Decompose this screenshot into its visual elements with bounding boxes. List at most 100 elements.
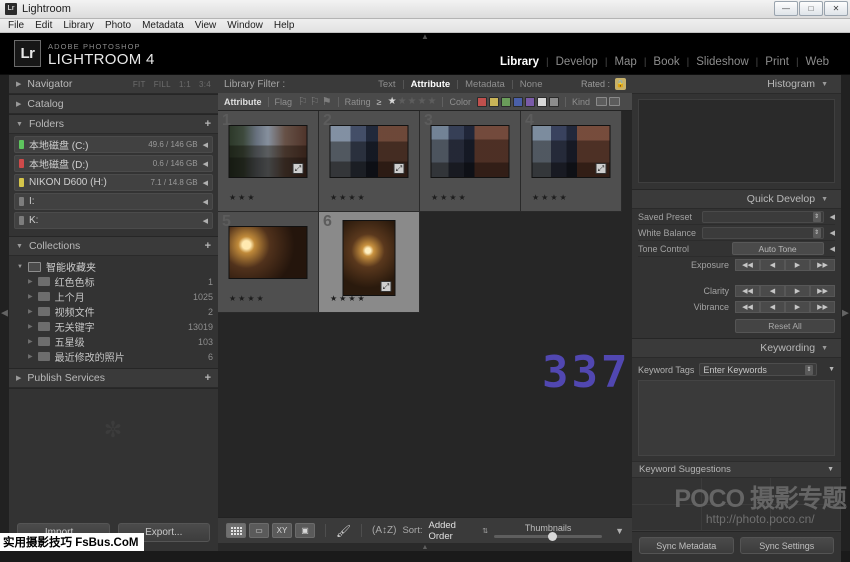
maximize-button[interactable]: □ [799,1,823,16]
photo-star[interactable]: ★ [229,193,236,202]
folders-disclosure-icon[interactable]: ▼ [16,121,23,128]
menu-item-edit[interactable]: Edit [35,20,52,31]
menu-item-photo[interactable]: Photo [105,20,131,31]
vibrance-increase-large[interactable]: ▶▶ [810,301,835,313]
collection-item[interactable]: ▶上个月1025 [14,289,213,304]
catalog-disclosure-icon[interactable]: ▶ [16,100,21,108]
color-swatch-4[interactable] [513,97,523,107]
photo-star[interactable]: ★ [238,294,245,303]
module-map[interactable]: Map [607,56,643,68]
histogram-disclosure-icon[interactable]: ▼ [821,81,828,88]
photo-star[interactable]: ★ [229,294,236,303]
crop-badge-icon[interactable]: ⤢ [596,163,607,174]
toolbar-options-caret-icon[interactable]: ▼ [615,526,624,536]
flag-icons[interactable]: ⚐ ⚐ ⚑ [298,95,332,108]
photo-star[interactable]: ★ [348,193,355,202]
suggestion-cell[interactable] [632,478,702,505]
kind-video-icon[interactable] [609,97,620,106]
photo-thumbnail[interactable] [431,125,510,178]
add-folder-button[interactable]: + [205,118,211,130]
folder-row[interactable]: 本地磁盘 (D:)0.6 / 146 GB◀ [14,155,213,172]
smart-collections-group[interactable]: ▼ 智能收藏夹 [14,259,213,274]
keywording-disclosure-icon[interactable]: ▼ [821,345,828,352]
photo-star[interactable]: ★ [358,193,365,202]
collection-disclosure-icon[interactable]: ▶ [28,353,33,360]
kind-icons[interactable] [596,97,620,106]
sort-caret-icon[interactable]: ⇅ [482,527,488,535]
filter-star-2[interactable]: ★ [398,96,407,107]
photo-cell[interactable]: 5★★★★ [218,212,319,313]
exposure-decrease[interactable]: ◀ [760,259,785,271]
folder-row[interactable]: NIKON D600 (H:)7.1 / 14.8 GB◀ [14,174,213,191]
folder-disclosure-icon[interactable]: ◀ [203,160,208,168]
menu-item-library[interactable]: Library [63,20,94,31]
navigator-disclosure-icon[interactable]: ▶ [16,80,21,88]
folder-row[interactable]: 本地磁盘 (C:)49.6 / 146 GB◀ [14,136,213,153]
menu-item-file[interactable]: File [8,20,24,31]
filter-tab-none[interactable]: None [513,79,550,90]
collection-item[interactable]: ▶最近修改的照片6 [14,349,213,364]
photo-star[interactable]: ★ [247,193,254,202]
suggestion-cell[interactable] [702,505,772,532]
loupe-view-button[interactable]: ▭ [249,523,269,538]
clarity-decrease[interactable]: ◀ [760,285,785,297]
filter-tab-metadata[interactable]: Metadata [458,79,512,90]
photo-star[interactable]: ★ [339,294,346,303]
color-swatch-6[interactable] [537,97,547,107]
photo-rating[interactable]: ★★★★ [431,193,466,202]
right-panel-toggle[interactable]: ▶ [841,75,850,551]
vibrance-increase[interactable]: ▶ [785,301,810,313]
collections-disclosure-icon[interactable]: ▼ [16,243,23,250]
top-panel-collapse-arrow[interactable]: ▲ [412,33,438,40]
photo-star[interactable]: ★ [238,193,245,202]
saved-preset-select[interactable]: ⇕ [702,211,824,223]
photo-thumbnail[interactable]: ⤢ [343,220,396,296]
exposure-decrease-large[interactable]: ◀◀ [735,259,760,271]
thumbnail-slider-track[interactable] [494,535,602,538]
photo-star[interactable]: ★ [440,193,447,202]
photo-thumbnail[interactable]: ⤢ [229,125,308,178]
filter-star-3[interactable]: ★ [408,96,417,107]
module-library[interactable]: Library [493,56,546,68]
photo-rating[interactable]: ★★★★ [532,193,567,202]
publish-disclosure-icon[interactable]: ▶ [16,374,21,382]
photo-star[interactable]: ★ [431,193,438,202]
filter-tab-attribute[interactable]: Attribute [404,79,458,90]
photo-cell[interactable]: 4⤢★★★★ [521,111,622,212]
crop-badge-icon[interactable]: ⤢ [381,281,392,292]
rating-stars[interactable]: ★★★★★ [388,96,437,107]
folder-disclosure-icon[interactable]: ◀ [203,217,208,225]
photo-star[interactable]: ★ [330,193,337,202]
flag-pick-icon[interactable]: ⚐ [298,95,308,108]
spray-can-icon[interactable]: 🖌 [336,524,351,538]
color-swatch-2[interactable] [489,97,499,107]
left-panel-toggle[interactable]: ◀ [0,75,9,551]
collection-item[interactable]: ▶无关键字13019 [14,319,213,334]
filter-star-4[interactable]: ★ [418,96,427,107]
folder-row[interactable]: K:◀ [14,212,213,229]
auto-tone-button[interactable]: Auto Tone [732,242,824,255]
menu-item-help[interactable]: Help [274,20,295,31]
suggestion-cell[interactable] [702,478,772,505]
color-swatch-5[interactable] [525,97,535,107]
photo-star[interactable]: ★ [330,294,337,303]
filter-star-5[interactable]: ★ [427,96,436,107]
menu-item-view[interactable]: View [195,20,217,31]
collection-disclosure-icon[interactable]: ▶ [28,338,33,345]
minimize-button[interactable]: — [774,1,798,16]
close-button[interactable]: ✕ [824,1,848,16]
grid-view-button[interactable] [226,523,246,538]
keyword-tags-area[interactable] [638,380,835,456]
photo-rating[interactable]: ★★★ [229,193,255,202]
clarity-increase-large[interactable]: ▶▶ [810,285,835,297]
module-slideshow[interactable]: Slideshow [689,56,755,68]
add-collection-button[interactable]: + [205,240,211,252]
module-print[interactable]: Print [758,56,796,68]
sync-metadata-button[interactable]: Sync Metadata [639,537,734,554]
menu-item-metadata[interactable]: Metadata [142,20,184,31]
keyword-tags-caret-icon[interactable]: ▼ [828,366,835,373]
color-swatch-7[interactable] [549,97,559,107]
photo-cell[interactable]: 6⤢★★★★ [319,212,420,313]
photo-cell[interactable]: 1⤢★★★ [218,111,319,212]
suggestion-cell[interactable] [771,478,841,505]
